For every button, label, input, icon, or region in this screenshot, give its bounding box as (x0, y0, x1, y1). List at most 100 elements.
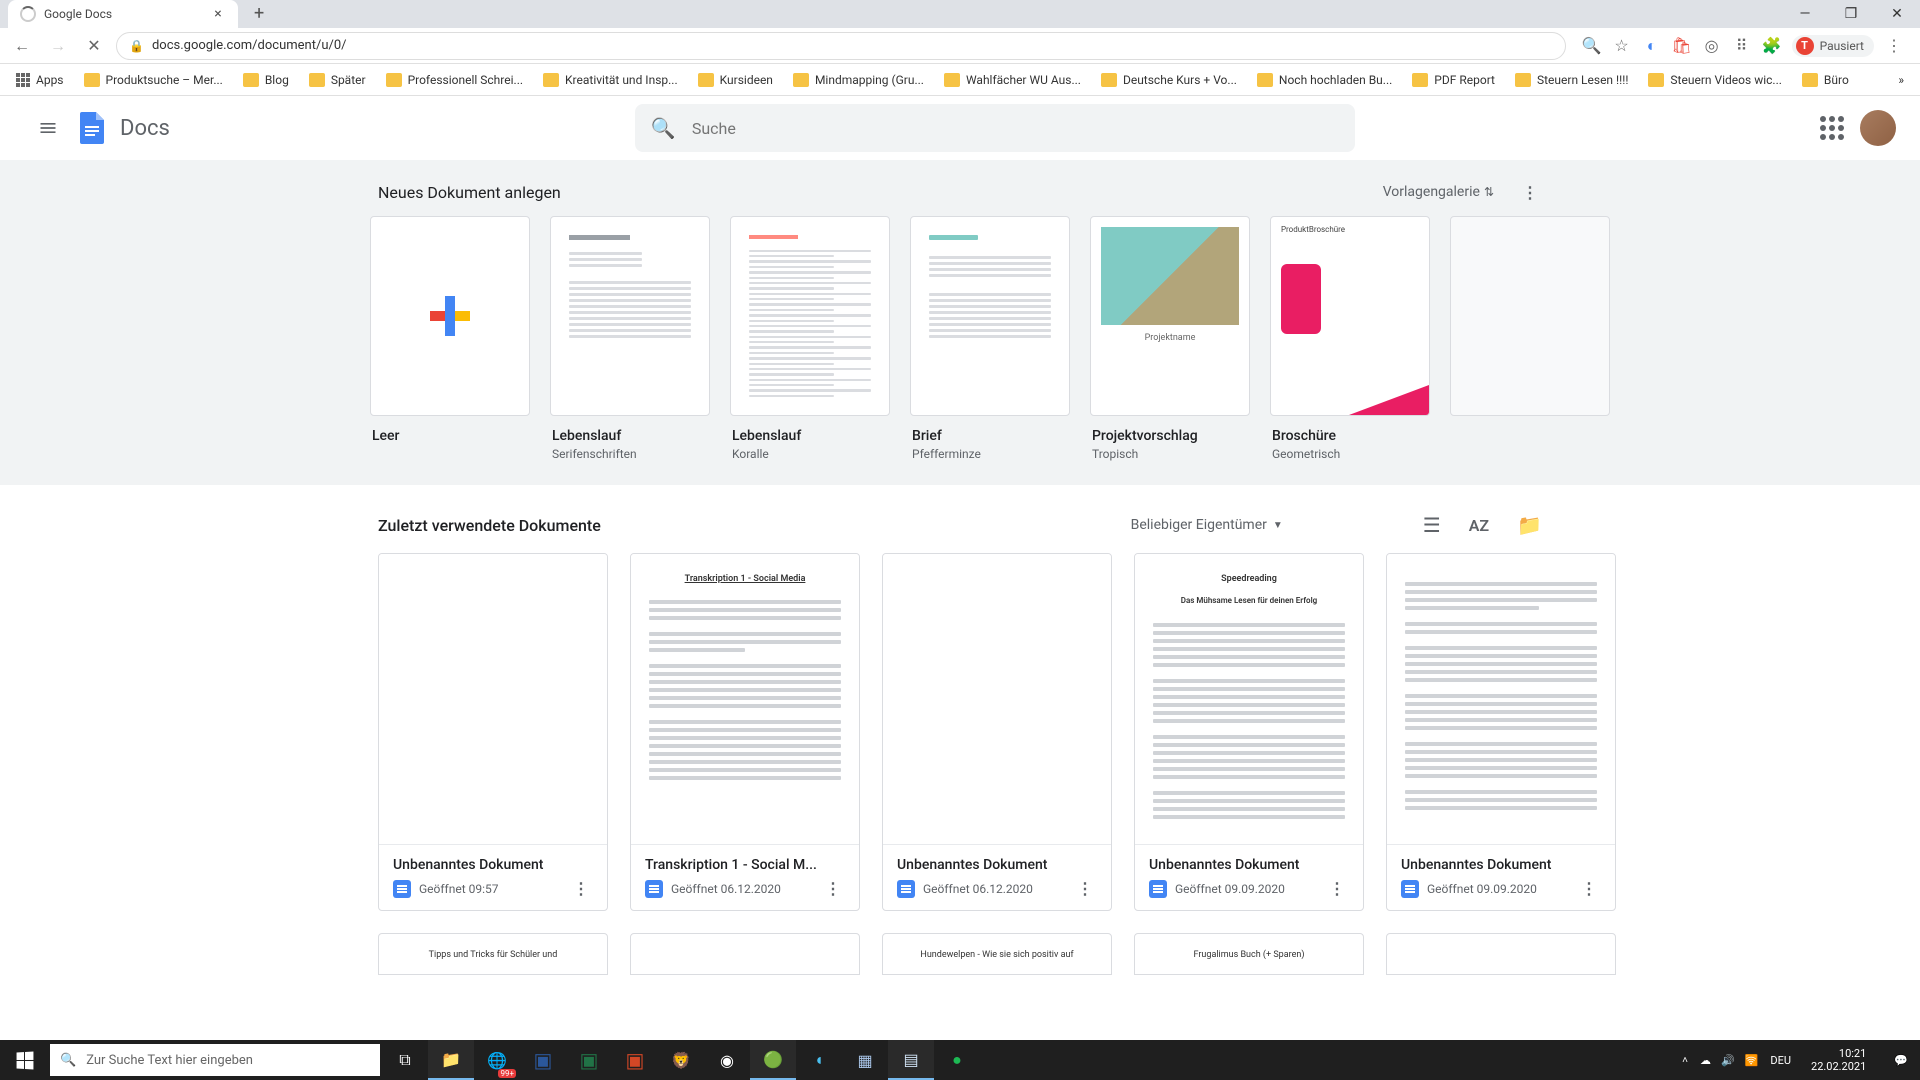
bookmark-label: Steuern Videos wic... (1670, 73, 1781, 87)
folder-icon (698, 73, 714, 87)
template-thumb[interactable]: ProduktBroschüre (1270, 216, 1430, 416)
wifi-icon[interactable]: 🛜 (1745, 1054, 1759, 1067)
bookmark-item[interactable]: Deutsche Kurs + Vo... (1093, 69, 1245, 91)
obs-icon[interactable]: ◉ (704, 1040, 750, 1080)
reload-button[interactable]: ✕ (80, 32, 108, 60)
extension-2-icon[interactable]: 🛍 (1672, 36, 1692, 56)
maximize-icon[interactable]: ❐ (1828, 0, 1874, 28)
bookmark-item[interactable]: Büro (1794, 69, 1857, 91)
back-button[interactable]: ← (8, 32, 36, 60)
bookmark-item[interactable]: Kreativität und Insp... (535, 69, 686, 91)
doc-more-icon[interactable]: ⋮ (1577, 879, 1601, 898)
doc-more-icon[interactable]: ⋮ (1325, 879, 1349, 898)
bookmark-label: PDF Report (1434, 73, 1495, 87)
google-apps-icon[interactable] (1820, 116, 1844, 140)
task-view-icon[interactable]: ⧉ (382, 1040, 428, 1080)
url-field[interactable]: 🔒 docs.google.com/document/u/0/ (116, 32, 1566, 60)
edge-icon[interactable]: 🌐99+ (474, 1040, 520, 1080)
close-window-icon[interactable]: ✕ (1874, 0, 1920, 28)
bookmarks-overflow-icon[interactable]: » (1890, 73, 1912, 87)
template-thumb[interactable] (1450, 216, 1610, 416)
doc-card[interactable] (1386, 933, 1616, 975)
bookmark-star-icon[interactable]: ☆ (1612, 36, 1632, 56)
template-thumb[interactable] (550, 216, 710, 416)
search-input[interactable] (692, 119, 1339, 138)
bookmark-item[interactable]: Noch hochladen Bu... (1249, 69, 1400, 91)
doc-card[interactable]: Tipps und Tricks für Schüler und (378, 933, 608, 975)
chrome-icon[interactable]: 🟢 (750, 1040, 796, 1080)
doc-name: Unbenanntes Dokument (1401, 857, 1601, 873)
brave-icon[interactable]: 🦁 (658, 1040, 704, 1080)
bookmark-item[interactable]: Mindmapping (Gru... (785, 69, 932, 91)
bookmark-item[interactable]: Wahlfächer WU Aus... (936, 69, 1089, 91)
docs-logo[interactable]: Docs (72, 108, 170, 148)
doc-card[interactable]: SpeedreadingDas Mühsame Lesen für deinen… (1134, 553, 1364, 911)
extensions-icon[interactable]: 🧩 (1762, 36, 1782, 56)
excel-icon[interactable]: ▣ (566, 1040, 612, 1080)
zoom-icon[interactable]: 🔍 (1582, 36, 1602, 56)
start-button[interactable] (0, 1040, 48, 1080)
doc-card[interactable]: Unbenanntes DokumentGeöffnet 06.12.2020⋮ (882, 553, 1112, 911)
extension-4-icon[interactable]: ⠿ (1732, 36, 1752, 56)
onedrive-icon[interactable]: ☁ (1700, 1054, 1711, 1067)
volume-icon[interactable]: 🔊 (1721, 1054, 1735, 1067)
edge2-icon[interactable]: ◖ (796, 1040, 842, 1080)
bookmark-item[interactable]: Kursideen (690, 69, 781, 91)
bookmark-item[interactable]: Apps (8, 69, 72, 91)
doc-more-icon[interactable]: ⋮ (569, 879, 593, 898)
bookmark-item[interactable]: Blog (235, 69, 297, 91)
template-gallery-toggle[interactable]: Vorlagengalerie ⇅ (1383, 184, 1494, 200)
folder-icon (793, 73, 809, 87)
tray-clock[interactable]: 10:21 22.02.2021 (1803, 1047, 1874, 1073)
notifications-icon[interactable]: 💬 (1886, 1054, 1916, 1067)
tray-chevron-icon[interactable]: ˄ (1682, 1055, 1688, 1066)
spotify-icon[interactable]: ● (934, 1040, 980, 1080)
folder-icon (309, 73, 325, 87)
template-thumb[interactable] (370, 216, 530, 416)
doc-card[interactable]: Transkription 1 - Social MediaTranskript… (630, 553, 860, 911)
new-tab-button[interactable]: + (246, 0, 272, 28)
taskbar-search[interactable]: 🔍 Zur Suche Text hier eingeben (50, 1044, 380, 1076)
bookmark-item[interactable]: Professionell Schrei... (378, 69, 531, 91)
templates-more-icon[interactable]: ⋮ (1518, 180, 1542, 204)
extension-3-icon[interactable]: ◎ (1702, 36, 1722, 56)
template-thumb[interactable] (910, 216, 1070, 416)
browser-menu-icon[interactable]: ⋮ (1884, 36, 1904, 56)
folder-icon[interactable]: 📁 (1517, 513, 1542, 537)
doc-card[interactable]: Unbenanntes DokumentGeöffnet 09.09.2020⋮ (1386, 553, 1616, 911)
sort-az-icon[interactable]: AZ (1469, 516, 1489, 535)
app1-icon[interactable]: ▦ (842, 1040, 888, 1080)
doc-card[interactable]: Hundewelpen - Wie sie sich positiv auf (882, 933, 1112, 975)
template-card: BriefPfefferminze (910, 216, 1070, 461)
bookmark-item[interactable]: Später (301, 69, 374, 91)
recent-section: Zuletzt verwendete Dokumente Beliebiger … (370, 485, 1550, 995)
close-tab-icon[interactable]: × (210, 6, 226, 22)
profile-pill[interactable]: T Pausiert (1792, 35, 1874, 57)
file-explorer-icon[interactable]: 📁 (428, 1040, 474, 1080)
doc-more-icon[interactable]: ⋮ (821, 879, 845, 898)
template-thumb[interactable]: Projektname (1090, 216, 1250, 416)
bookmark-item[interactable]: PDF Report (1404, 69, 1503, 91)
doc-card[interactable] (630, 933, 860, 975)
app2-icon[interactable]: ▤ (888, 1040, 934, 1080)
account-avatar[interactable] (1860, 110, 1896, 146)
minimize-icon[interactable]: ― (1782, 0, 1828, 28)
owner-filter[interactable]: Beliebiger Eigentümer ▼ (1131, 517, 1283, 533)
bookmark-item[interactable]: Steuern Videos wic... (1640, 69, 1789, 91)
bookmark-label: Später (331, 73, 366, 87)
main-menu-button[interactable] (24, 104, 72, 152)
extension-1-icon[interactable]: ◐ (1642, 36, 1662, 56)
list-view-icon[interactable]: ☰ (1423, 513, 1441, 537)
browser-tab[interactable]: Google Docs × (8, 0, 238, 28)
bookmark-item[interactable]: Steuern Lesen !!!! (1507, 69, 1636, 91)
language-indicator[interactable]: DEU (1770, 1054, 1791, 1067)
doc-card[interactable]: Unbenanntes DokumentGeöffnet 09:57⋮ (378, 553, 608, 911)
doc-more-icon[interactable]: ⋮ (1073, 879, 1097, 898)
doc-card[interactable]: Frugalimus Buch (+ Sparen) (1134, 933, 1364, 975)
word-icon[interactable]: ▣ (520, 1040, 566, 1080)
forward-button[interactable]: → (44, 32, 72, 60)
template-thumb[interactable] (730, 216, 890, 416)
bookmark-item[interactable]: Produktsuche – Mer... (76, 69, 231, 91)
search-box[interactable]: 🔍 (635, 104, 1355, 152)
powerpoint-icon[interactable]: ▣ (612, 1040, 658, 1080)
